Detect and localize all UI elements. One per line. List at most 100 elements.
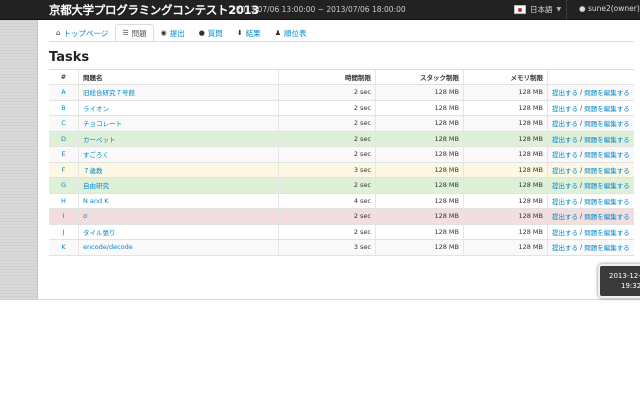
submit-link[interactable]: 提出する (552, 134, 578, 144)
task-name[interactable]: 旧総合研究７号館 (79, 85, 279, 100)
task-id[interactable]: G (49, 178, 79, 193)
tab-questions[interactable]: ● 質問 (192, 24, 230, 42)
task-name-link[interactable]: N and K (83, 197, 109, 205)
task-name[interactable]: N and K (79, 193, 279, 208)
task-id[interactable]: J (49, 224, 79, 239)
task-name-link[interactable]: チョコレート (83, 118, 122, 128)
task-id[interactable]: F (49, 162, 79, 177)
task-name-link[interactable]: タイル張り (83, 227, 116, 237)
edit-task-link[interactable]: 問題を編集する (584, 180, 630, 190)
submit-link[interactable]: 提出する (552, 149, 578, 159)
stack-limit: 128 MB (376, 85, 464, 100)
task-id-link[interactable]: G (61, 181, 66, 189)
clock-widget[interactable]: 2013-12- 19:32:14 (598, 264, 640, 298)
task-id-link[interactable]: A (61, 88, 65, 96)
edit-task-link[interactable]: 問題を編集する (584, 211, 630, 221)
task-name-link[interactable]: ライオン (83, 103, 109, 113)
time-limit: 2 sec (279, 224, 376, 239)
task-name-link[interactable]: 自由研究 (83, 180, 109, 190)
task-name-link[interactable]: カーペット (83, 134, 116, 144)
edit-task-link[interactable]: 問題を編集する (584, 165, 630, 175)
submit-link[interactable]: 提出する (552, 103, 578, 113)
edit-task-link[interactable]: 問題を編集する (584, 134, 630, 144)
column-header[interactable]: # (49, 70, 79, 84)
contest-tabs: ⌂ トップページ ☰ 問題 ◉ 提出 ● 質問 ⬇ 結果 ♟ 順位表 (49, 24, 313, 42)
memory-limit: 128 MB (464, 240, 548, 255)
edit-task-link[interactable]: 問題を編集する (584, 87, 630, 97)
memory-limit: 128 MB (464, 162, 548, 177)
edit-task-link[interactable]: 問題を編集する (584, 149, 630, 159)
edit-task-link[interactable]: 問題を編集する (584, 103, 630, 113)
task-name[interactable]: ７歳教 (79, 162, 279, 177)
stack-limit: 128 MB (376, 147, 464, 162)
task-actions: 提出する / 問題を編集する (548, 240, 634, 255)
task-name-link[interactable]: 旧総合研究７号館 (83, 87, 135, 97)
submit-link[interactable]: 提出する (552, 180, 578, 190)
memory-limit: 128 MB (464, 116, 548, 131)
user-menu[interactable]: ● sune2(owner) ▼ (579, 4, 640, 13)
memory-limit: 128 MB (464, 193, 548, 208)
task-name-link[interactable]: ７歳教 (83, 165, 103, 175)
contest-period: 2013/07/06 13:00:00 ~ 2013/07/06 18:00:0… (236, 5, 406, 14)
edit-task-link[interactable]: 問題を編集する (584, 118, 630, 128)
table-row: HN and K4 sec 128 MB 128 MB 提出する / 問題を編集する (49, 193, 634, 209)
task-id[interactable]: D (49, 131, 79, 146)
edit-task-link[interactable]: 問題を編集する (584, 227, 630, 237)
table-row: Iσ2 sec 128 MB 128 MB 提出する / 問題を編集する (49, 209, 634, 225)
submit-link[interactable]: 提出する (552, 242, 578, 252)
task-name[interactable]: σ (79, 209, 279, 224)
task-id-link[interactable]: H (61, 197, 66, 205)
submit-link[interactable]: 提出する (552, 118, 578, 128)
tab-label: 結果 (245, 28, 261, 38)
language-selector[interactable]: 日本語 ▼ (514, 4, 561, 15)
task-id-link[interactable]: K (61, 243, 65, 251)
edit-task-link[interactable]: 問題を編集する (584, 242, 630, 252)
task-name[interactable]: カーペット (79, 131, 279, 146)
task-name[interactable]: encode/decode (79, 240, 279, 255)
task-name[interactable]: すごろく (79, 147, 279, 162)
tab-submit[interactable]: ◉ 提出 (154, 24, 192, 42)
submit-link[interactable]: 提出する (552, 196, 578, 206)
task-name[interactable]: タイル張り (79, 224, 279, 239)
submit-link[interactable]: 提出する (552, 87, 578, 97)
edit-task-link[interactable]: 問題を編集する (584, 196, 630, 206)
task-id[interactable]: I (49, 209, 79, 224)
memory-limit: 128 MB (464, 100, 548, 115)
task-name-link[interactable]: すごろく (83, 149, 109, 159)
task-name[interactable]: チョコレート (79, 116, 279, 131)
submit-link[interactable]: 提出する (552, 211, 578, 221)
tab-top-page[interactable]: ⌂ トップページ (49, 24, 115, 42)
contest-title[interactable]: 京都大学プログラミングコンテスト2013 (49, 2, 259, 18)
task-id[interactable]: B (49, 100, 79, 115)
user-name: sune2(owner) (587, 4, 640, 13)
task-id-link[interactable]: I (63, 212, 65, 220)
task-name-link[interactable]: σ (83, 212, 87, 220)
task-id-link[interactable]: D (61, 135, 66, 143)
task-name-link[interactable]: encode/decode (83, 243, 133, 251)
memory-limit: 128 MB (464, 178, 548, 193)
task-id[interactable]: K (49, 240, 79, 255)
tab-results[interactable]: ⬇ 結果 (230, 24, 268, 42)
task-id[interactable]: A (49, 85, 79, 100)
time-limit: 2 sec (279, 116, 376, 131)
tab-label: 順位表 (283, 28, 307, 38)
column-header: スタック制限 (376, 70, 464, 84)
task-id-link[interactable]: B (61, 104, 65, 112)
tab-standings[interactable]: ♟ 順位表 (268, 24, 314, 42)
clock-time: 19:32:14 (621, 282, 640, 290)
task-name[interactable]: ライオン (79, 100, 279, 115)
task-name[interactable]: 自由研究 (79, 178, 279, 193)
task-id[interactable]: H (49, 193, 79, 208)
task-id-link[interactable]: F (62, 166, 66, 174)
stack-limit: 128 MB (376, 178, 464, 193)
task-id-link[interactable]: E (61, 150, 65, 158)
task-id-link[interactable]: J (63, 228, 65, 236)
submit-link[interactable]: 提出する (552, 165, 578, 175)
task-id-link[interactable]: C (61, 119, 66, 127)
stack-limit: 128 MB (376, 162, 464, 177)
submit-link[interactable]: 提出する (552, 227, 578, 237)
table-row: J タイル張り 2 sec 128 MB 128 MB 提出する / 問題を編集する (49, 224, 634, 240)
task-id[interactable]: C (49, 116, 79, 131)
tab-tasks[interactable]: ☰ 問題 (115, 24, 154, 42)
task-id[interactable]: E (49, 147, 79, 162)
